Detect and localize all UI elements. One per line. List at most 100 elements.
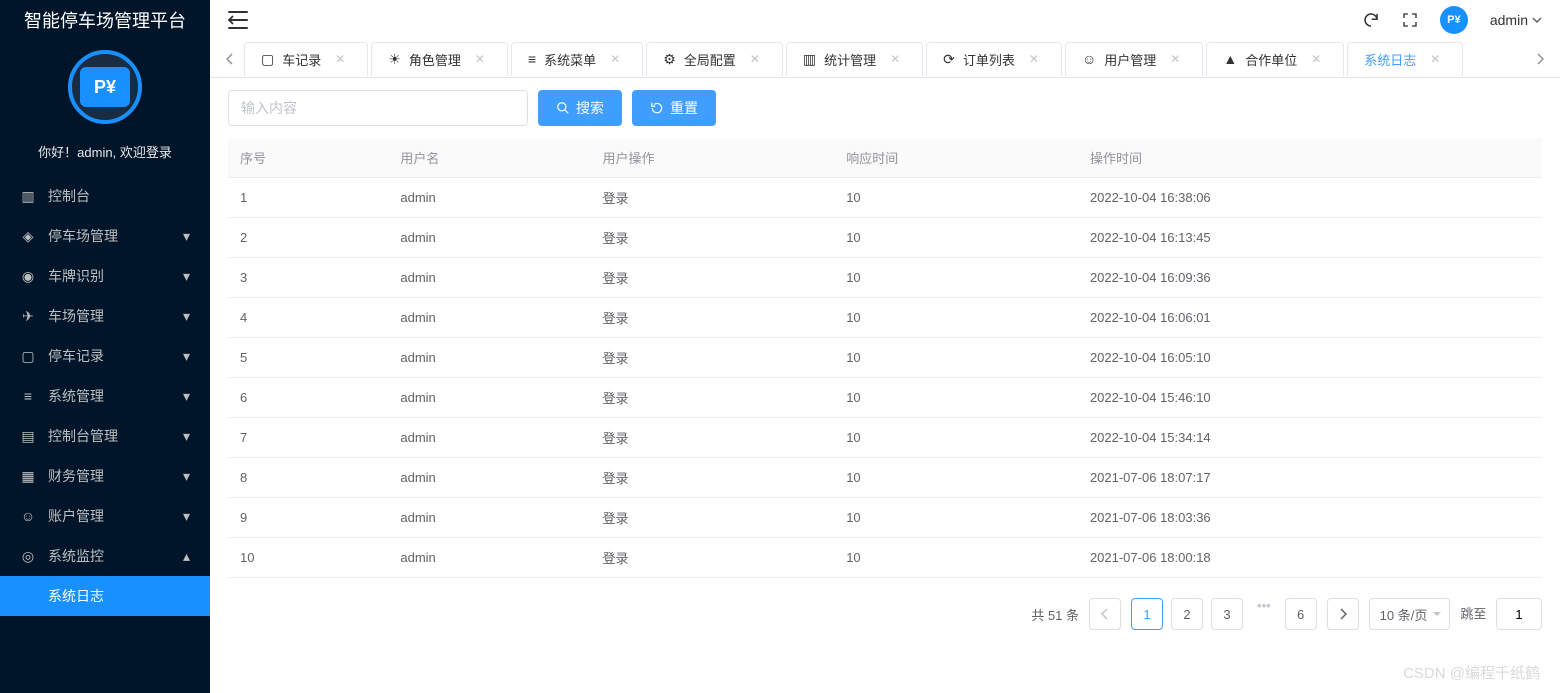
table-cell: 2021-07-06 18:00:18 — [1078, 538, 1542, 578]
tab-label: 用户管理 — [1104, 50, 1156, 69]
close-icon[interactable]: ✕ — [1311, 52, 1321, 66]
table-row[interactable]: 9admin登录102021-07-06 18:03:36 — [228, 498, 1542, 538]
search-icon — [556, 101, 570, 115]
table-cell: 8 — [228, 458, 388, 498]
fullscreen-icon[interactable] — [1402, 12, 1418, 28]
table-cell: 4 — [228, 298, 388, 338]
table-row[interactable]: 4admin登录102022-10-04 16:06:01 — [228, 298, 1542, 338]
close-icon[interactable]: ✕ — [335, 52, 345, 66]
table-row[interactable]: 10admin登录102021-07-06 18:00:18 — [228, 538, 1542, 578]
avatar[interactable]: P¥ — [1440, 6, 1468, 34]
tab-6[interactable]: ☺用户管理✕ — [1065, 42, 1203, 76]
hamburger-icon[interactable] — [228, 11, 248, 29]
tab-label: 系统日志 — [1364, 50, 1416, 69]
tab-7[interactable]: ▲合作单位✕ — [1206, 42, 1344, 76]
chevron-down-icon: ▾ — [183, 508, 190, 525]
table-row[interactable]: 7admin登录102022-10-04 15:34:14 — [228, 418, 1542, 458]
close-icon[interactable]: ✕ — [1029, 52, 1039, 66]
close-icon[interactable]: ✕ — [1430, 52, 1440, 66]
menu-icon: ▢ — [20, 348, 36, 364]
table-row[interactable]: 8admin登录102021-07-06 18:07:17 — [228, 458, 1542, 498]
sidebar-item-9[interactable]: ◎系统监控▴ — [0, 536, 210, 576]
table-cell: 登录 — [590, 498, 834, 538]
table-cell: 5 — [228, 338, 388, 378]
reset-icon — [650, 101, 664, 115]
sidebar-item-2[interactable]: ◉车牌识别▾ — [0, 256, 210, 296]
reset-button-label: 重置 — [670, 98, 698, 118]
table-cell: 登录 — [590, 538, 834, 578]
table-row[interactable]: 2admin登录102022-10-04 16:13:45 — [228, 218, 1542, 258]
search-button[interactable]: 搜索 — [538, 90, 622, 126]
tab-3[interactable]: ⚙全局配置✕ — [646, 42, 783, 76]
table-cell: 6 — [228, 378, 388, 418]
chevron-up-icon: ▴ — [183, 548, 190, 565]
tab-label: 统计管理 — [824, 50, 876, 69]
table-cell: 3 — [228, 258, 388, 298]
pagination-next[interactable] — [1327, 598, 1359, 630]
close-icon[interactable]: ✕ — [1170, 52, 1180, 66]
pagination-page-3[interactable]: 3 — [1211, 598, 1243, 630]
table-cell: admin — [388, 538, 590, 578]
table-cell: admin — [388, 378, 590, 418]
tab-1[interactable]: ☀角色管理✕ — [371, 42, 508, 76]
sidebar: 智能停车场管理平台 P¥ 你好！admin, 欢迎登录 ▥控制台◈停车场管理▾◉… — [0, 0, 210, 693]
sidebar-item-1[interactable]: ◈停车场管理▾ — [0, 216, 210, 256]
close-icon[interactable]: ✕ — [475, 52, 485, 66]
close-icon[interactable]: ✕ — [750, 52, 760, 66]
tabs-scroll-right[interactable] — [1530, 42, 1550, 76]
table-row[interactable]: 6admin登录102022-10-04 15:46:10 — [228, 378, 1542, 418]
tab-2[interactable]: ≡系统菜单✕ — [511, 42, 643, 76]
table-cell: 10 — [834, 258, 1078, 298]
tab-4[interactable]: ▥统计管理✕ — [786, 42, 923, 76]
sidebar-item-7[interactable]: ▦财务管理▾ — [0, 456, 210, 496]
pagination-size-select[interactable]: 10 条/页 — [1369, 598, 1451, 630]
chevron-down-icon: ▾ — [183, 468, 190, 485]
tabs-scroll-left[interactable] — [220, 42, 240, 76]
close-icon[interactable]: ✕ — [890, 52, 900, 66]
table-cell: 登录 — [590, 458, 834, 498]
menu-icon: ☺ — [20, 508, 36, 524]
table-cell: 登录 — [590, 338, 834, 378]
pagination-page-2[interactable]: 2 — [1171, 598, 1203, 630]
table-cell: 10 — [834, 498, 1078, 538]
tab-icon: ▢ — [261, 51, 274, 68]
search-input[interactable] — [228, 90, 528, 126]
table-cell: 10 — [834, 338, 1078, 378]
table-cell: admin — [388, 418, 590, 458]
tab-icon: ⚙ — [663, 51, 676, 68]
pagination-prev[interactable] — [1089, 598, 1121, 630]
search-button-label: 搜索 — [576, 98, 604, 118]
close-icon[interactable]: ✕ — [610, 52, 620, 66]
table-cell: 2022-10-04 16:06:01 — [1078, 298, 1542, 338]
table-header-cell: 用户操作 — [590, 138, 834, 178]
table-cell: 10 — [834, 418, 1078, 458]
sidebar-item-6[interactable]: ▤控制台管理▾ — [0, 416, 210, 456]
tab-0[interactable]: ▢车记录✕ — [244, 42, 368, 76]
table-cell: 2022-10-04 16:13:45 — [1078, 218, 1542, 258]
pagination-jump-input[interactable] — [1496, 598, 1542, 630]
sidebar-item-5[interactable]: ≡系统管理▾ — [0, 376, 210, 416]
table-cell: admin — [388, 298, 590, 338]
pagination-ellipsis[interactable]: ••• — [1251, 598, 1277, 630]
sidebar-item-0[interactable]: ▥控制台 — [0, 176, 210, 216]
header: P¥ admin — [210, 0, 1560, 40]
pagination-page-1[interactable]: 1 — [1131, 598, 1163, 630]
tab-8[interactable]: 系统日志 ✕ — [1347, 42, 1463, 76]
table-row[interactable]: 5admin登录102022-10-04 16:05:10 — [228, 338, 1542, 378]
refresh-icon[interactable] — [1362, 11, 1380, 29]
sidebar-submenu-active[interactable]: 系统日志 — [0, 576, 210, 616]
tab-5[interactable]: ⟳订单列表✕ — [926, 42, 1062, 76]
table-row[interactable]: 1admin登录102022-10-04 16:38:06 — [228, 178, 1542, 218]
table-cell: 登录 — [590, 178, 834, 218]
pagination-page-6[interactable]: 6 — [1285, 598, 1317, 630]
logo-circle: P¥ — [68, 50, 142, 124]
reset-button[interactable]: 重置 — [632, 90, 716, 126]
menu-item-label: 车场管理 — [48, 306, 104, 326]
table-row[interactable]: 3admin登录102022-10-04 16:09:36 — [228, 258, 1542, 298]
user-dropdown[interactable]: admin — [1490, 12, 1542, 28]
table-cell: 1 — [228, 178, 388, 218]
sidebar-item-4[interactable]: ▢停车记录▾ — [0, 336, 210, 376]
sidebar-item-8[interactable]: ☺账户管理▾ — [0, 496, 210, 536]
table-cell: 10 — [834, 218, 1078, 258]
sidebar-item-3[interactable]: ✈车场管理▾ — [0, 296, 210, 336]
